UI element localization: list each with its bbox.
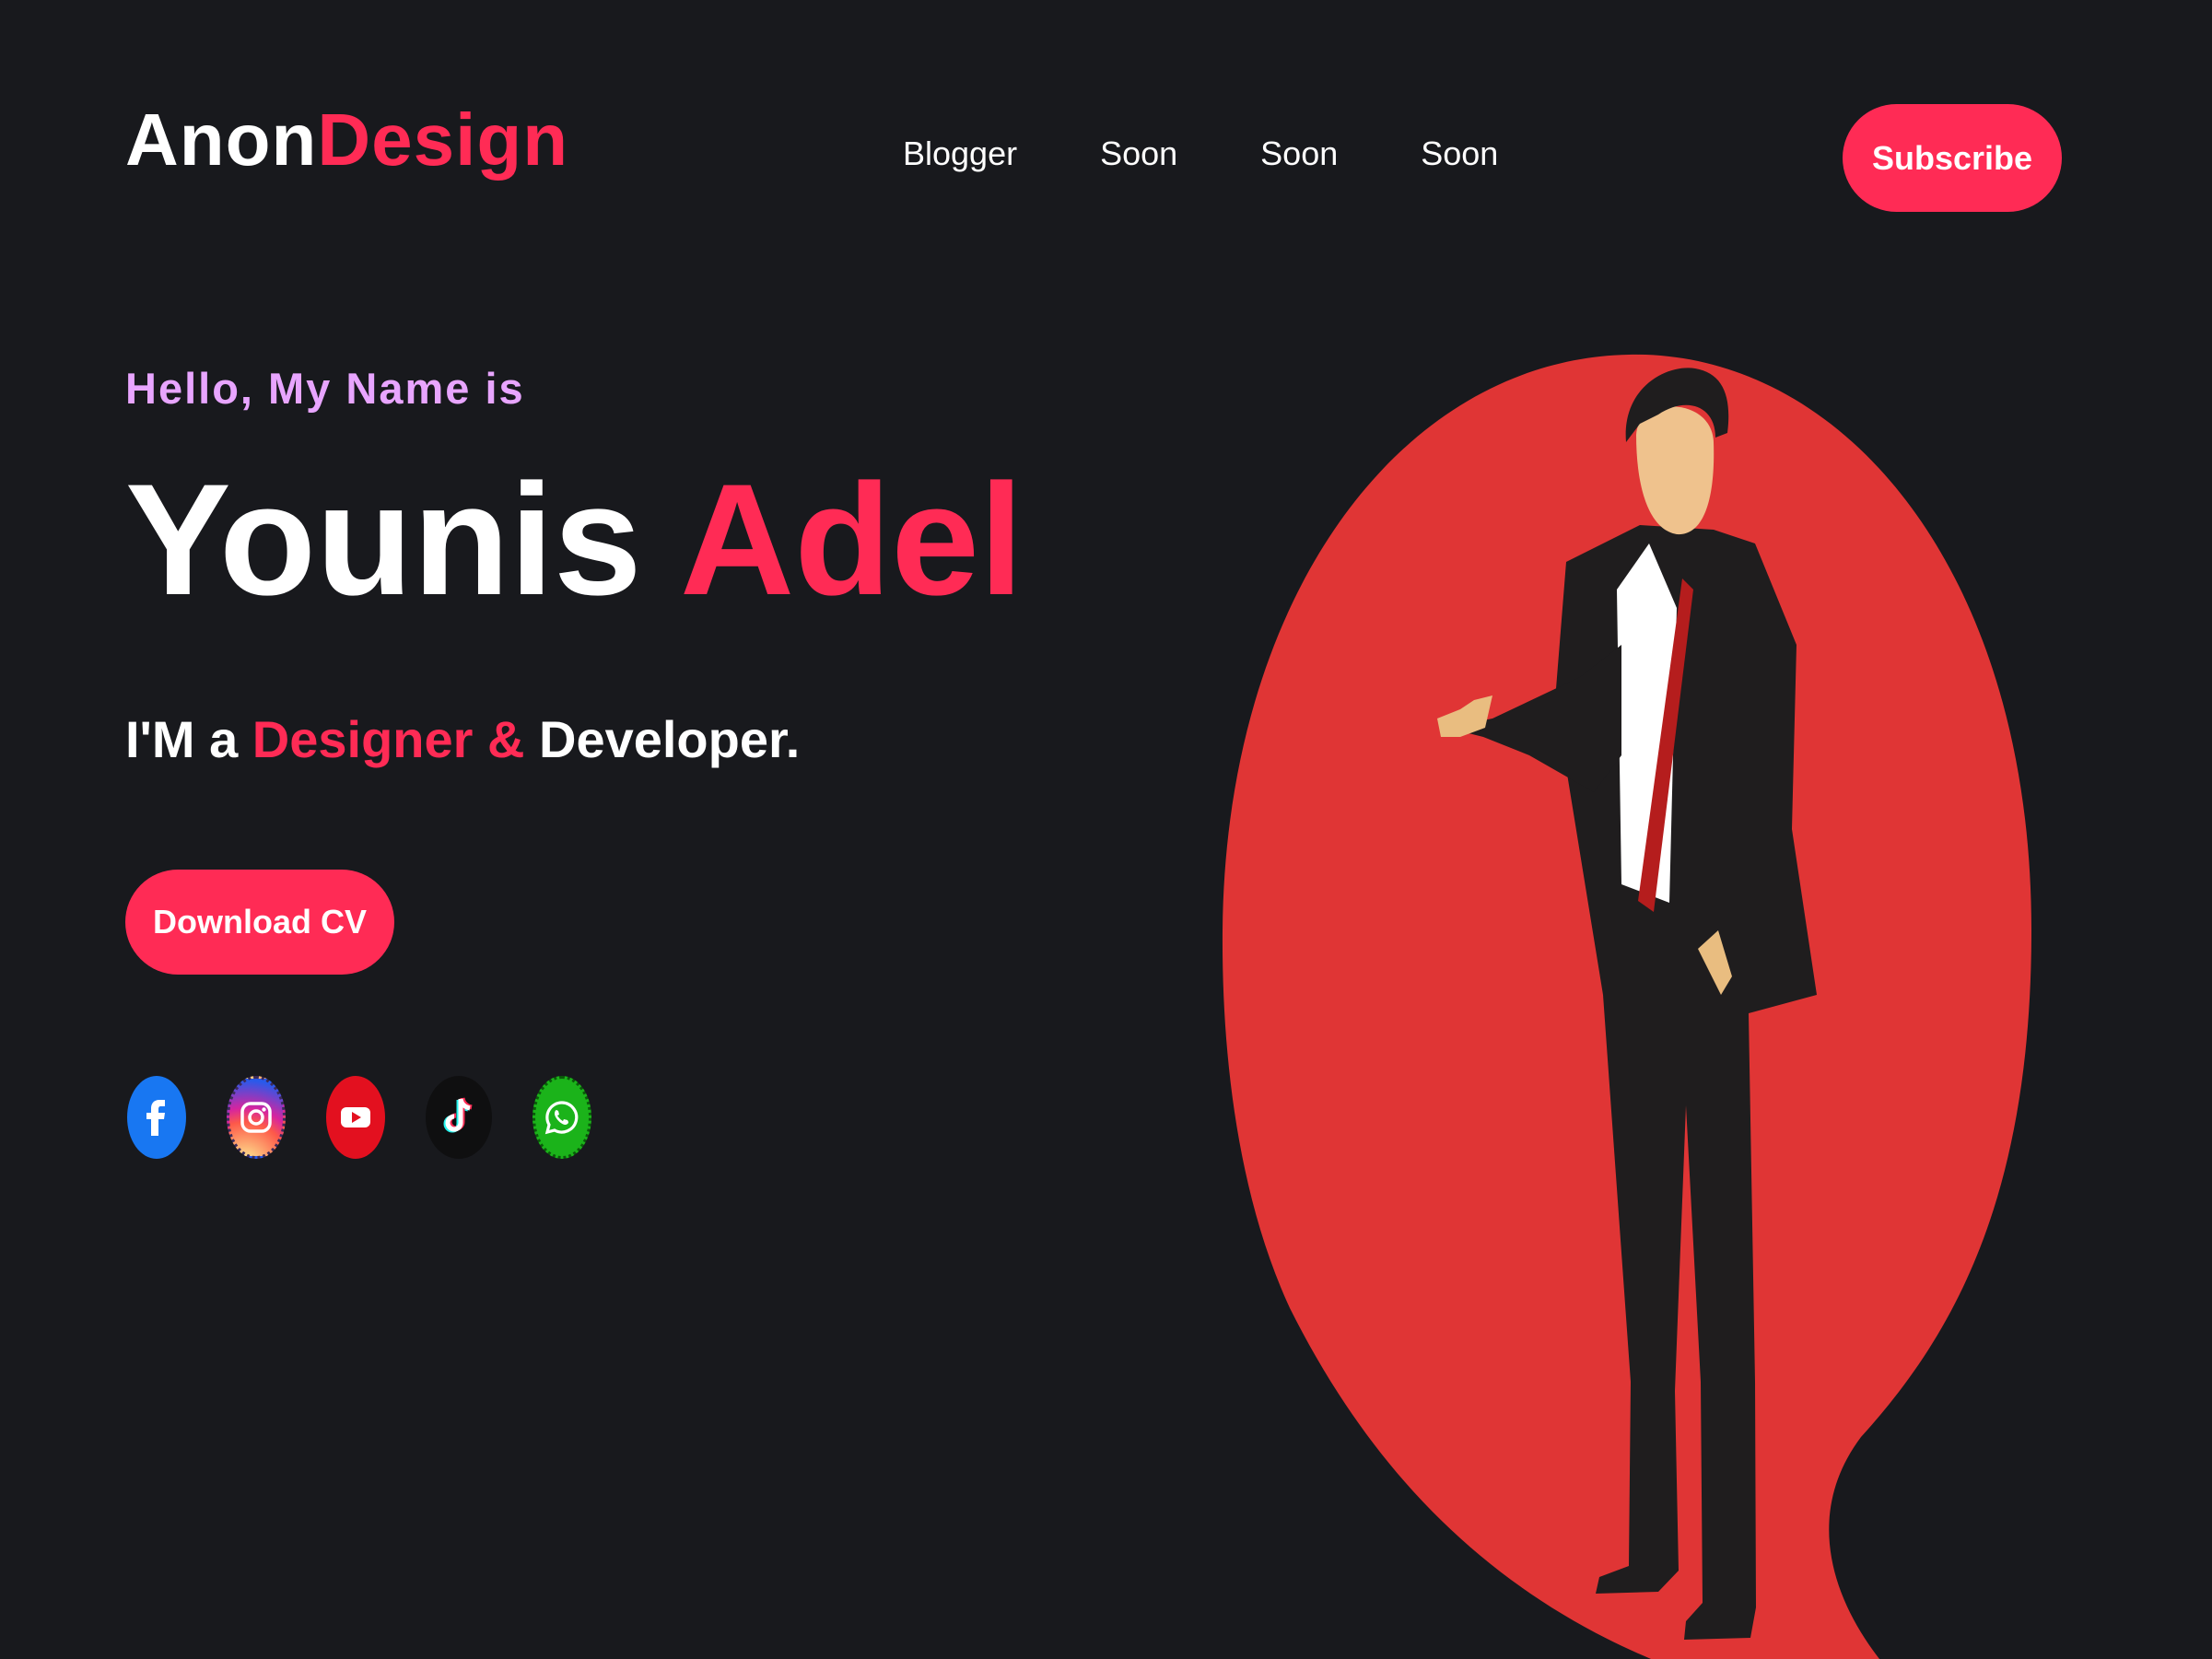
tiktok-icon[interactable] [426, 1076, 492, 1159]
logo-text-primary: Anon [125, 99, 318, 181]
hero-illustration [1222, 354, 2031, 1659]
role-line: I'M a Designer & Developer. [125, 709, 800, 769]
download-cv-button[interactable]: Download CV [125, 870, 394, 975]
last-name: Adel [680, 451, 1024, 628]
subscribe-button[interactable]: Subscribe [1843, 104, 2062, 212]
nav-item-soon-1[interactable]: Soon [1100, 134, 1177, 173]
role-highlight: Designer & [252, 710, 525, 768]
nav-item-soon-2[interactable]: Soon [1260, 134, 1338, 173]
logo-text-accent: Design [317, 99, 569, 181]
greeting-text: Hello, My Name is [125, 364, 525, 413]
hero-name: Younis Adel [125, 461, 1024, 619]
nav-item-blogger[interactable]: Blogger [903, 134, 1017, 173]
instagram-icon[interactable] [227, 1076, 286, 1159]
whatsapp-icon[interactable] [533, 1076, 591, 1159]
youtube-icon[interactable] [326, 1076, 385, 1159]
facebook-icon[interactable] [127, 1076, 186, 1159]
brand-logo[interactable]: AnonDesign [125, 103, 568, 177]
main-nav: Blogger Soon Soon Soon [903, 134, 1498, 173]
first-name: Younis [125, 451, 642, 628]
role-prefix: I'M a [125, 710, 239, 768]
role-suffix: Developer. [539, 710, 801, 768]
social-links [127, 1076, 591, 1159]
nav-item-soon-3[interactable]: Soon [1421, 134, 1498, 173]
